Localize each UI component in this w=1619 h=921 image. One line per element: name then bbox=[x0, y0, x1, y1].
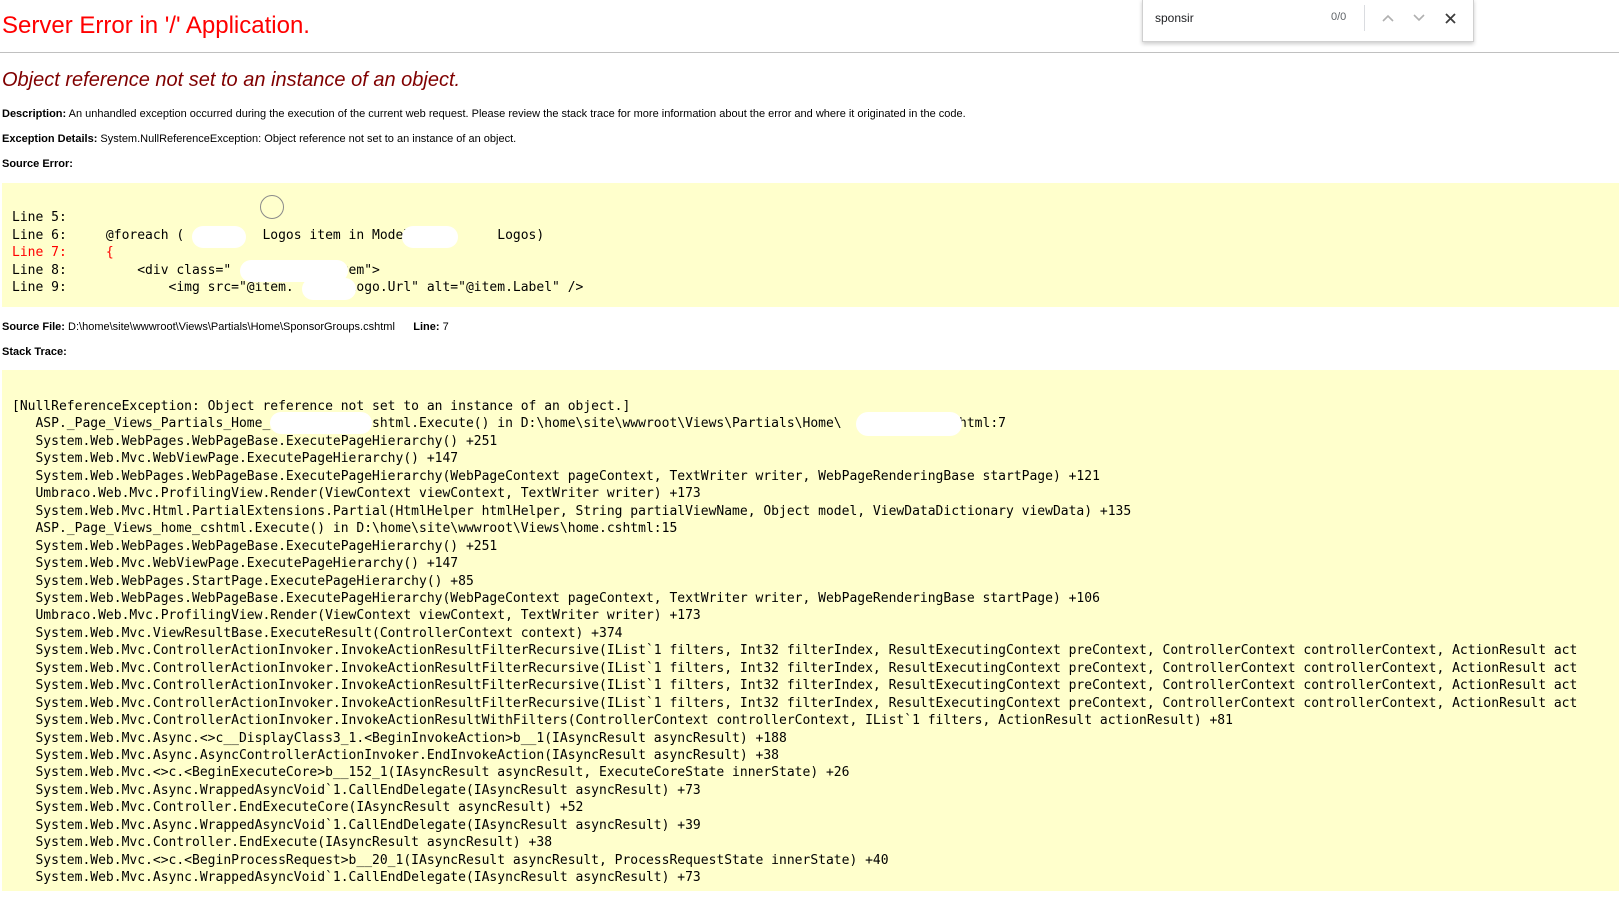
source-file-label: Source File: bbox=[2, 321, 65, 333]
exception-details-label: Exception Details: bbox=[2, 133, 98, 145]
stack-trace-heading: Stack Trace: bbox=[2, 346, 67, 358]
stack-trace-line: System.Web.WebPages.WebPageBase.ExecuteP… bbox=[12, 433, 498, 449]
stack-trace-line: System.Web.Mvc.ControllerActionInvoker.I… bbox=[12, 660, 1578, 676]
stack-trace-line: System.Web.WebPages.StartPage.ExecutePag… bbox=[12, 573, 474, 589]
stack-trace-line: System.Web.WebPages.WebPageBase.ExecuteP… bbox=[12, 590, 1100, 606]
chevron-up-icon bbox=[1382, 14, 1394, 22]
stack-trace-line: System.Web.Mvc.Async.WrappedAsyncVoid`1.… bbox=[12, 782, 701, 798]
stack-trace-line: System.Web.Mvc.WebViewPage.ExecutePageHi… bbox=[12, 556, 459, 572]
exception-details-row: Exception Details: System.NullReferenceE… bbox=[2, 133, 516, 145]
find-in-page-bar: 0/0 bbox=[1142, 0, 1474, 42]
redaction-mask bbox=[302, 278, 356, 300]
redaction-mask bbox=[192, 226, 246, 248]
line-label: Line: bbox=[413, 321, 440, 333]
stack-trace-line: System.Web.Mvc.ControllerActionInvoker.I… bbox=[12, 695, 1578, 711]
close-icon bbox=[1444, 12, 1456, 24]
find-divider bbox=[1364, 5, 1365, 31]
description-label: Description: bbox=[2, 108, 67, 120]
source-error-block: Line 5: Line 6: @foreach ( Logos item in… bbox=[2, 183, 1619, 307]
stack-trace-line: ASP._Page_Views_home_cshtml.Execute() in… bbox=[12, 521, 678, 537]
source-file-row: Source File: D:\home\site\wwwroot\Views\… bbox=[2, 321, 449, 333]
stack-trace-block: [NullReferenceException: Object referenc… bbox=[2, 370, 1619, 891]
stack-trace-line: System.Web.Mvc.Async.AsyncControllerActi… bbox=[12, 748, 780, 763]
stack-trace-line: System.Web.Mvc.ViewResultBase.ExecuteRes… bbox=[12, 625, 623, 641]
find-match-count: 0/0 bbox=[1331, 11, 1347, 23]
source-line: Line 5: bbox=[12, 210, 67, 225]
source-line-highlighted: Line 7: { bbox=[12, 245, 114, 260]
stack-trace-line: System.Web.Mvc.Controller.EndExecuteCore… bbox=[12, 800, 584, 816]
description-text: An unhandled exception occurred during t… bbox=[68, 108, 966, 120]
stack-trace-line: System.Web.Mvc.Async.WrappedAsyncVoid`1.… bbox=[12, 817, 701, 833]
stack-trace-line: System.Web.Mvc.Async.<>c__DisplayClass3_… bbox=[12, 730, 787, 746]
error-message: Object reference not set to an instance … bbox=[2, 69, 461, 91]
source-file-path: D:\home\site\wwwroot\Views\Partials\Home… bbox=[68, 321, 395, 333]
stack-trace-line: Umbraco.Web.Mvc.ProfilingView.Render(Vie… bbox=[12, 486, 701, 502]
exception-details-text: System.NullReferenceException: Object re… bbox=[100, 133, 517, 145]
stack-trace-line: System.Web.Mvc.ControllerActionInvoker.I… bbox=[12, 643, 1578, 659]
find-previous-button[interactable] bbox=[1375, 6, 1401, 30]
find-close-button[interactable] bbox=[1437, 6, 1463, 30]
line-number: 7 bbox=[442, 321, 449, 333]
redaction-mask bbox=[856, 412, 962, 436]
title-divider bbox=[0, 52, 1619, 53]
stack-trace-line: System.Web.Mvc.Controller.EndExecute(IAs… bbox=[12, 835, 553, 851]
source-error-heading: Source Error: bbox=[2, 158, 73, 170]
find-input[interactable] bbox=[1155, 9, 1315, 27]
mouse-cursor-indicator bbox=[260, 195, 284, 219]
stack-trace-line: System.Web.Mvc.WebViewPage.ExecutePageHi… bbox=[12, 451, 459, 467]
stack-trace-line: Umbraco.Web.Mvc.ProfilingView.Render(Vie… bbox=[12, 608, 701, 624]
redaction-mask bbox=[402, 226, 458, 248]
stack-trace-line: System.Web.Mvc.ControllerActionInvoker.I… bbox=[12, 713, 1233, 729]
stack-trace-line: System.Web.Mvc.<>c.<BeginProcessRequest>… bbox=[12, 852, 889, 868]
stack-trace-line: System.Web.Mvc.ControllerActionInvoker.I… bbox=[12, 678, 1578, 694]
source-error-label: Source Error: bbox=[2, 158, 73, 170]
stack-trace-line: System.Web.WebPages.WebPageBase.ExecuteP… bbox=[12, 468, 1100, 484]
stack-trace-line: System.Web.WebPages.WebPageBase.ExecuteP… bbox=[12, 538, 498, 554]
page-title: Server Error in '/' Application. bbox=[2, 12, 310, 39]
redaction-mask bbox=[270, 412, 372, 434]
chevron-down-icon bbox=[1413, 14, 1425, 22]
source-line: Line 6: @foreach ( Logos item in Model. … bbox=[12, 227, 545, 243]
stack-trace-line: System.Web.Mvc.Html.PartialExtensions.Pa… bbox=[12, 503, 1132, 519]
stack-trace-line: System.Web.Mvc.Async.WrappedAsyncVoid`1.… bbox=[12, 870, 701, 886]
description-row: Description: An unhandled exception occu… bbox=[2, 108, 966, 120]
find-next-button[interactable] bbox=[1406, 6, 1432, 30]
stack-trace-line: System.Web.Mvc.<>c.<BeginExecuteCore>b__… bbox=[12, 765, 850, 781]
stack-trace-label: Stack Trace: bbox=[2, 346, 67, 358]
